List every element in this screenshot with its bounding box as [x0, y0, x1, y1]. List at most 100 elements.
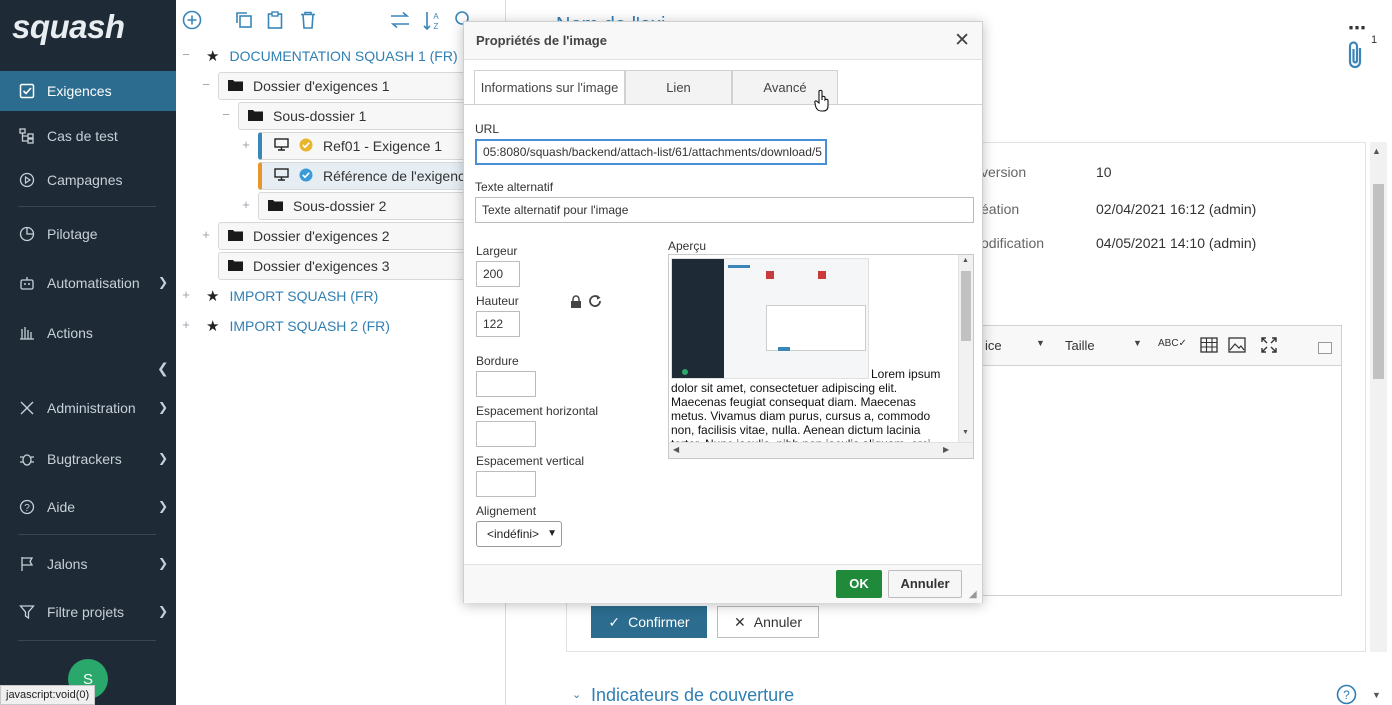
expand-icon[interactable]: + [180, 288, 192, 301]
tree-node-label: IMPORT SQUASH 2 (FR) [229, 318, 390, 334]
nav-item-aide[interactable]: ? Aide ❯ [0, 487, 176, 527]
height-input[interactable]: 122 [476, 311, 520, 337]
add-icon[interactable] [182, 10, 204, 32]
maximize-icon[interactable] [1261, 337, 1277, 356]
status-approved-icon [299, 138, 313, 155]
nav-divider [18, 640, 156, 641]
tree-node-label: DOCUMENTATION SQUASH 1 (FR) [229, 48, 458, 64]
height-label: Hauteur [476, 294, 519, 308]
image-icon[interactable] [1228, 337, 1246, 356]
dialog-footer: OK Annuler ◢ [464, 564, 982, 603]
nav-label: Jalons [47, 556, 88, 572]
robot-icon [18, 274, 36, 292]
tree-node-project[interactable]: ★ DOCUMENTATION SQUASH 1 (FR) [206, 42, 458, 70]
chevron-down-icon[interactable]: ⌄ [572, 688, 581, 701]
nav-label: Filtre projets [47, 604, 125, 620]
nav-label: Administration [47, 400, 136, 416]
collapse-icon[interactable]: − [180, 48, 192, 61]
nav-item-exigences[interactable]: Exigences [0, 71, 176, 111]
help-icon[interactable]: ? [1336, 684, 1357, 705]
reset-size-icon[interactable] [588, 294, 602, 311]
hspace-input[interactable] [476, 421, 536, 447]
collapse-icon[interactable]: − [200, 78, 212, 91]
nav-item-pilotage[interactable]: Pilotage [0, 214, 176, 254]
tree-node-project[interactable]: ★ IMPORT SQUASH (FR) [206, 282, 378, 310]
nav-item-cas-de-test[interactable]: Cas de test [0, 116, 176, 156]
url-input[interactable]: 05:8080/squash/backend/attach-list/61/at… [475, 139, 827, 165]
rich-text-editor[interactable] [981, 325, 1342, 596]
confirm-button[interactable]: ✓ Confirmer [591, 606, 707, 638]
tab-image-info[interactable]: Informations sur l'image [474, 70, 625, 105]
tree-node-project[interactable]: ★ IMPORT SQUASH 2 (FR) [206, 312, 390, 340]
tab-link[interactable]: Lien [625, 70, 732, 104]
font-select[interactable]: ice [985, 338, 1002, 353]
scroll-up-icon[interactable]: ▲ [1372, 146, 1381, 156]
scroll-left-icon[interactable]: ◀ [673, 445, 679, 454]
alt-text-input[interactable]: Texte alternatif pour l'image [475, 197, 974, 223]
vspace-input[interactable] [476, 471, 536, 497]
cancel-button[interactable]: Annuler [888, 570, 962, 598]
nav-item-actions[interactable]: Actions [0, 313, 176, 353]
expand-icon[interactable]: + [240, 198, 252, 211]
tree-node-label: Référence de l'exigence [323, 168, 473, 184]
nav-item-jalons[interactable]: Jalons ❯ [0, 544, 176, 584]
preview-horizontal-scrollbar[interactable]: ◀ ▶ [669, 442, 973, 458]
url-label: URL [475, 122, 500, 136]
width-input[interactable]: 200 [476, 261, 520, 287]
chevron-down-icon: ▼ [1036, 338, 1045, 348]
version-label: version [981, 164, 1027, 180]
collapse-icon[interactable]: − [220, 108, 232, 121]
modification-label: odification [981, 235, 1045, 251]
ok-button[interactable]: OK [836, 570, 882, 598]
scroll-up-icon[interactable]: ▲ [962, 257, 969, 264]
nav-label: Cas de test [47, 128, 118, 144]
monitor-icon [274, 168, 289, 184]
scroll-right-icon[interactable]: ▶ [943, 445, 949, 454]
nav-label: Aide [47, 499, 76, 515]
lock-ratio-icon[interactable] [570, 295, 582, 312]
preview-vertical-scrollbar[interactable]: ▲ ▼ [958, 255, 973, 442]
cancel-edit-button[interactable]: ✕ Annuler [717, 606, 819, 638]
version-value: 10 [1096, 164, 1112, 180]
collapse-nav-icon[interactable]: ❮ [157, 360, 169, 377]
transfer-icon[interactable] [389, 10, 411, 32]
squash-logo[interactable]: squash [12, 8, 125, 46]
dialog-title: Propriétés de l'image [476, 33, 607, 48]
collapse-toolbar-icon[interactable] [1318, 342, 1332, 354]
expand-icon[interactable]: + [200, 228, 212, 241]
page-scrollbar[interactable] [1370, 142, 1387, 652]
coverage-section-title[interactable]: Indicateurs de couverture [591, 685, 794, 705]
svg-text:A: A [433, 12, 439, 21]
size-select[interactable]: Taille [1065, 338, 1095, 353]
more-options-icon[interactable]: ⋯ [1348, 18, 1366, 39]
chevron-right-icon: ❯ [157, 604, 168, 618]
copy-icon[interactable] [234, 10, 256, 32]
scroll-down-icon[interactable]: ▼ [1372, 690, 1381, 700]
delete-icon[interactable] [298, 10, 320, 32]
monitor-icon [274, 138, 289, 154]
border-input[interactable] [476, 371, 536, 397]
sort-icon[interactable]: AZ [422, 10, 444, 32]
alignment-select[interactable]: <indéfini> ▼ [476, 521, 562, 547]
attachment-icon[interactable] [1346, 40, 1366, 73]
chevron-right-icon: ❯ [157, 556, 168, 570]
resize-handle-icon[interactable]: ◢ [969, 589, 977, 600]
table-icon[interactable] [1200, 337, 1218, 356]
nav-item-campagnes[interactable]: Campagnes [0, 160, 176, 200]
close-icon[interactable]: ✕ [954, 31, 970, 50]
spellcheck-icon[interactable]: ABC✓ [1158, 338, 1187, 349]
nav-item-bugtrackers[interactable]: Bugtrackers ❯ [0, 439, 176, 479]
nav-item-filtre-projets[interactable]: Filtre projets ❯ [0, 592, 176, 632]
nav-item-automatisation[interactable]: Automatisation ❯ [0, 263, 176, 303]
folder-icon [248, 108, 263, 124]
tree-node-label: Dossier d'exigences 1 [253, 78, 390, 94]
image-preview[interactable]: Lorem ipsum dolor sit amet, consectetuer… [668, 254, 974, 459]
expand-icon[interactable]: + [180, 318, 192, 331]
nav-item-administration[interactable]: Administration ❯ [0, 388, 176, 428]
expand-icon[interactable]: + [240, 138, 252, 151]
filter-icon [18, 603, 36, 621]
paste-icon[interactable] [265, 10, 287, 32]
preview-thumbnail [671, 258, 869, 379]
creation-label: éation [981, 201, 1020, 217]
scroll-down-icon[interactable]: ▼ [962, 429, 969, 436]
